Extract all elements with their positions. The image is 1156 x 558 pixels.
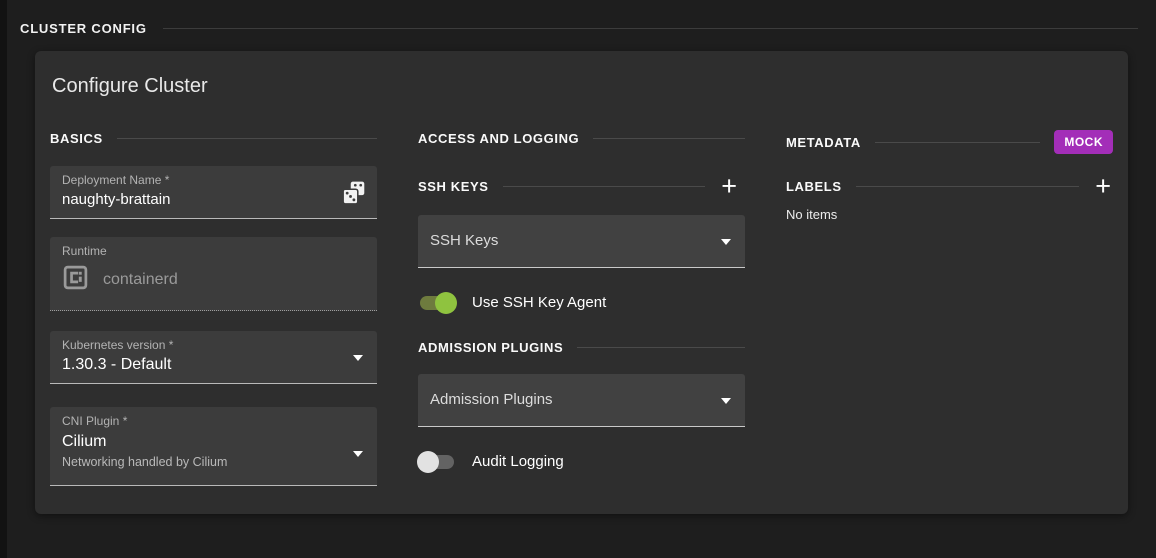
runtime-field: Runtime containerd — [50, 237, 377, 311]
header-divider — [162, 28, 1138, 29]
page-title: CLUSTER CONFIG — [20, 21, 147, 36]
metadata-section-header: METADATA MOCK — [786, 130, 1113, 154]
containerd-icon — [62, 264, 89, 296]
page-left-border — [0, 0, 7, 558]
form-grid: BASICS Deployment Name * naughty-brattai… — [50, 130, 1113, 486]
admission-plugins-header-label: ADMISSION PLUGINS — [418, 339, 564, 355]
ssh-keys-header-label: SSH KEYS — [418, 178, 489, 194]
mock-badge: MOCK — [1054, 130, 1113, 154]
deployment-name-value[interactable]: naughty-brattain — [62, 189, 365, 211]
ssh-keys-select[interactable]: SSH Keys — [418, 215, 745, 268]
labels-empty-text: No items — [786, 207, 838, 222]
labels-divider — [855, 185, 1080, 187]
labels-header-row: LABELS + — [786, 173, 1113, 200]
kubernetes-version-select[interactable]: Kubernetes version * 1.30.3 - Default — [50, 331, 377, 384]
chevron-down-icon — [353, 451, 363, 457]
audit-logging-toggle-label: Audit Logging — [472, 453, 564, 470]
add-label-button[interactable]: + — [1095, 173, 1111, 200]
kubernetes-version-label: Kubernetes version * — [62, 338, 174, 352]
runtime-label: Runtime — [62, 244, 107, 258]
metadata-section-label: METADATA — [786, 134, 861, 150]
admission-plugins-header-row: ADMISSION PLUGINS — [418, 339, 745, 355]
configure-cluster-card: Configure Cluster BASICS Deployment Name… — [35, 51, 1128, 514]
basics-section-label: BASICS — [50, 130, 103, 146]
cni-plugin-value: Cilium — [62, 433, 107, 450]
admission-plugins-divider — [577, 346, 745, 348]
card-title: Configure Cluster — [52, 75, 208, 97]
ssh-agent-toggle-label: Use SSH Key Agent — [472, 294, 607, 311]
chevron-down-icon — [721, 398, 731, 404]
access-section-header: ACCESS AND LOGGING — [418, 130, 745, 146]
runtime-row: containerd — [62, 264, 365, 296]
access-divider — [593, 137, 745, 139]
runtime-value: containerd — [103, 271, 178, 288]
deployment-name-label: Deployment Name * — [62, 173, 170, 187]
kubernetes-version-value: 1.30.3 - Default — [62, 356, 172, 373]
audit-logging-toggle[interactable] — [417, 450, 454, 473]
cni-plugin-description: Networking handled by Cilium — [62, 455, 228, 469]
basics-column: BASICS Deployment Name * naughty-brattai… — [50, 130, 377, 486]
chevron-down-icon — [353, 355, 363, 361]
cni-plugin-label: CNI Plugin * — [62, 414, 128, 428]
ssh-agent-toggle[interactable] — [420, 291, 457, 314]
metadata-divider — [874, 141, 1041, 143]
ssh-keys-divider — [502, 185, 706, 187]
toggle-knob — [435, 291, 457, 314]
access-section-label: ACCESS AND LOGGING — [418, 130, 580, 146]
metadata-column: METADATA MOCK LABELS + No items — [786, 130, 1113, 486]
basics-divider — [116, 137, 377, 139]
chevron-down-icon — [721, 239, 731, 245]
ssh-keys-select-value: SSH Keys — [430, 232, 499, 249]
ssh-keys-header-row: SSH KEYS + — [418, 173, 745, 200]
labels-header-label: LABELS — [786, 178, 842, 194]
deployment-name-field[interactable]: Deployment Name * naughty-brattain — [50, 166, 377, 219]
add-ssh-key-button[interactable]: + — [721, 173, 737, 200]
dice-icon[interactable] — [341, 180, 367, 211]
access-logging-column: ACCESS AND LOGGING SSH KEYS + SSH Keys U… — [417, 130, 745, 486]
basics-section-header: BASICS — [50, 130, 377, 146]
admission-plugins-select[interactable]: Admission Plugins — [418, 374, 745, 427]
cni-plugin-select[interactable]: CNI Plugin * Cilium Networking handled b… — [50, 407, 377, 486]
toggle-knob — [417, 450, 439, 473]
audit-logging-toggle-row: Audit Logging — [417, 450, 745, 473]
admission-plugins-select-value: Admission Plugins — [430, 391, 553, 408]
ssh-agent-toggle-row: Use SSH Key Agent — [420, 291, 745, 314]
page-header: CLUSTER CONFIG — [0, 0, 1156, 36]
